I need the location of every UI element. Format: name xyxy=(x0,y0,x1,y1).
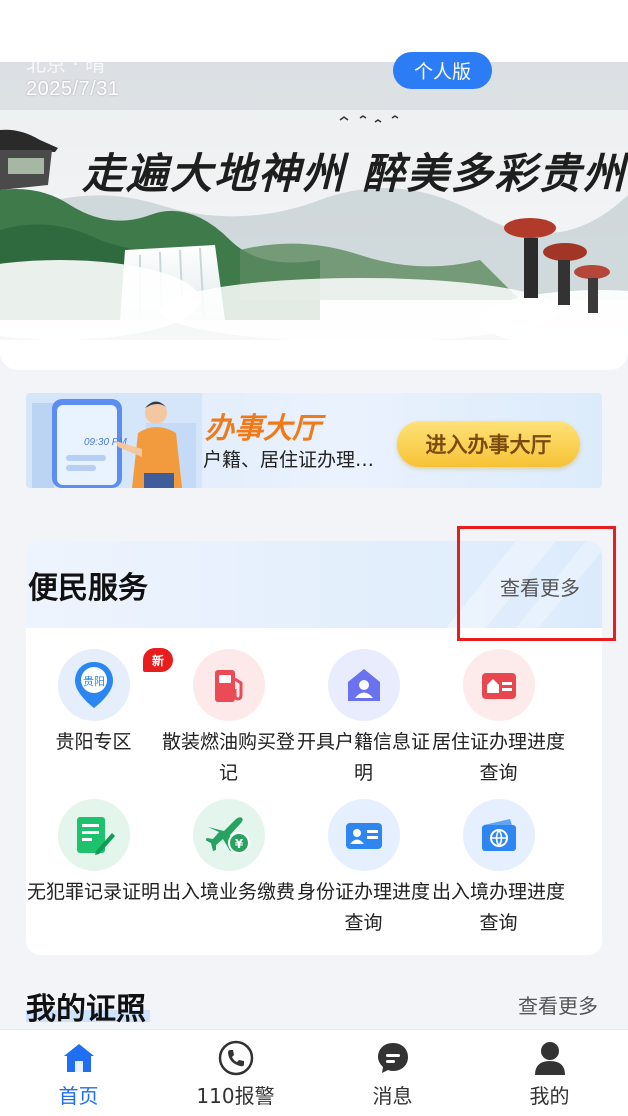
service-label: 散装燃油购买登记 xyxy=(161,731,295,784)
licences-title: 我的证照 xyxy=(26,992,146,1027)
hall-subtitle: 户籍、居住证办理… xyxy=(203,449,375,471)
service-label: 出入境业务缴费 xyxy=(161,881,295,903)
service-label: 居住证办理进度查询 xyxy=(431,731,565,784)
service-label: 无犯罪记录证明 xyxy=(26,881,160,903)
services-title: 便民服务 xyxy=(28,571,148,606)
message-icon xyxy=(375,1040,411,1076)
tab-mine[interactable]: 我的 xyxy=(471,1030,628,1116)
top-banner[interactable]: 北京 · 晴 2025/7/31 个人版 走遍大地神州 醉美多彩贵州 xyxy=(0,0,628,370)
tab-110-alarm[interactable]: 110报警 xyxy=(157,1030,314,1116)
svg-text:¥: ¥ xyxy=(234,837,243,851)
service-household-cert[interactable]: 开具户籍信息证明 xyxy=(296,649,431,799)
service-label: 出入境办理进度查询 xyxy=(431,881,565,934)
hall-title: 办事大厅 xyxy=(205,411,322,445)
tab-label: 首页 xyxy=(58,1084,99,1108)
enter-hall-button[interactable]: 进入办事大厅 xyxy=(397,421,580,467)
household-icon xyxy=(327,649,400,721)
weather-text: 北京 · 晴 xyxy=(26,52,106,76)
tab-home[interactable]: 首页 xyxy=(0,1030,157,1116)
service-hall-illustration: 09:30 PM xyxy=(26,393,202,488)
date-text: 2025/7/31 xyxy=(26,78,120,100)
user-icon xyxy=(532,1040,568,1076)
tab-label: 消息 xyxy=(372,1084,413,1108)
tab-label: 我的 xyxy=(529,1084,570,1108)
residence-card-icon xyxy=(462,649,535,721)
service-label: 贵阳专区 xyxy=(55,731,132,753)
service-bulk-fuel[interactable]: 散装燃油购买登记 xyxy=(161,649,296,799)
banner-slogan: 走遍大地神州 醉美多彩贵州 xyxy=(82,149,627,198)
service-label: 身份证办理进度查询 xyxy=(296,881,430,934)
guiyang-location-icon: 贵阳 xyxy=(57,649,130,721)
tab-label: 110报警 xyxy=(196,1084,275,1108)
svg-text:贵阳: 贵阳 xyxy=(83,675,105,688)
service-label: 开具户籍信息证明 xyxy=(296,731,430,784)
personal-version-button[interactable]: 个人版 xyxy=(393,52,492,89)
home-icon xyxy=(61,1040,97,1076)
phone-icon xyxy=(218,1040,254,1076)
service-no-criminal-record[interactable]: 无犯罪记录证明 xyxy=(26,799,161,949)
service-guiyang-zone[interactable]: 贵阳 新 贵阳专区 xyxy=(26,648,173,799)
document-edit-icon xyxy=(57,799,130,871)
id-card-icon xyxy=(327,799,400,871)
highlight-annotation-box xyxy=(457,526,616,641)
fuel-pump-icon xyxy=(192,649,265,721)
service-exit-entry-progress[interactable]: 出入境办理进度查询 xyxy=(431,799,566,949)
services-grid: 贵阳 新 贵阳专区 散装燃油购买登记 开具户籍信息证明 居住证办理进度查询 无犯… xyxy=(26,648,602,949)
tab-messages[interactable]: 消息 xyxy=(314,1030,471,1116)
service-id-card-progress[interactable]: 身份证办理进度查询 xyxy=(296,799,431,949)
bottom-tab-bar: 首页 110报警 消息 我的 xyxy=(0,1029,628,1116)
service-hall-banner[interactable]: 09:30 PM 办事大厅 户籍、居住证办理… 进入办事大厅 xyxy=(26,393,602,488)
plane-payment-icon: ¥ xyxy=(192,799,265,871)
service-exit-entry-payment[interactable]: ¥ 出入境业务缴费 xyxy=(161,799,296,949)
passport-icon xyxy=(462,799,535,871)
licences-more-link[interactable]: 查看更多 xyxy=(518,990,598,1019)
service-residence-permit[interactable]: 居住证办理进度查询 xyxy=(431,649,566,799)
